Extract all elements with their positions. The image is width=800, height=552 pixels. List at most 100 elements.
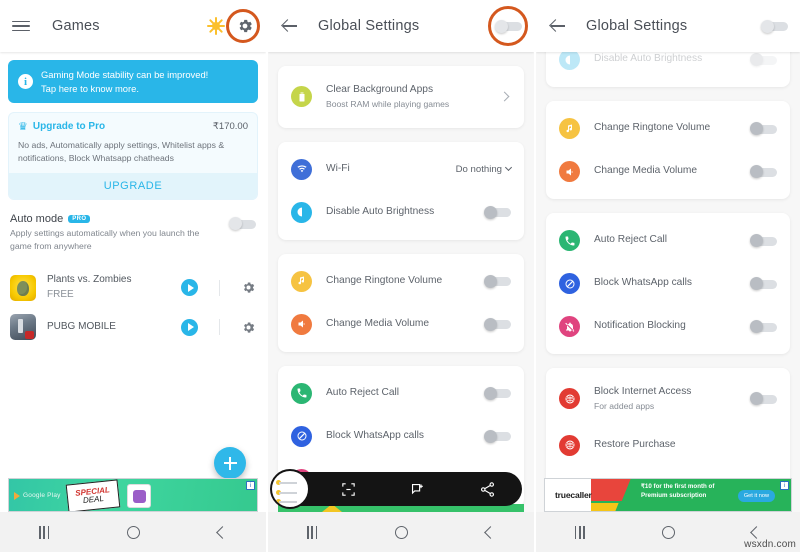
home-icon[interactable] bbox=[395, 525, 409, 539]
gaming-mode-banner[interactable]: i Gaming Mode stability can be improved!… bbox=[8, 60, 258, 104]
ad-info-badge[interactable]: i bbox=[246, 481, 255, 490]
block-whatsapp-calls-toggle[interactable] bbox=[750, 277, 777, 290]
block-internet-added-apps-toggle[interactable] bbox=[750, 392, 777, 406]
back-arrow-icon[interactable] bbox=[280, 16, 300, 36]
android-navigation-bar bbox=[0, 512, 266, 552]
wifi-icon bbox=[291, 158, 312, 180]
block-whatsapp-calls-toggle[interactable] bbox=[484, 429, 511, 443]
sun-icon[interactable] bbox=[207, 17, 225, 35]
special-deal-sticker: SPECIAL DEAL bbox=[65, 479, 121, 511]
settings-scroll-area: Disable Auto Brightness Change Ringtone … bbox=[536, 38, 800, 523]
back-icon[interactable] bbox=[750, 525, 764, 539]
game-list: Plants vs. Zombies FREE PUBG MOBILE bbox=[8, 267, 258, 346]
setting-row-wifi[interactable]: Wi-Fi Do nothing bbox=[278, 148, 524, 191]
ad-store-label: Google Play bbox=[23, 491, 61, 499]
page-title: Global Settings bbox=[318, 18, 420, 34]
setting-row-block-internet-added-apps[interactable]: Block Internet Access For added apps bbox=[546, 374, 790, 424]
add-game-fab[interactable] bbox=[214, 447, 246, 479]
pro-card-description: No ads, Automatically apply settings, Wh… bbox=[18, 140, 225, 164]
setting-row-block-whatsapp-calls[interactable]: Block WhatsApp calls bbox=[278, 415, 524, 458]
brightness-icon bbox=[291, 201, 312, 223]
three-panel-screenshot: Games i Gaming Mode stability can be imp… bbox=[0, 0, 800, 552]
game-subtitle: FREE bbox=[47, 288, 74, 300]
app-bar-games: Games bbox=[0, 0, 266, 52]
global-settings-master-toggle[interactable] bbox=[761, 19, 788, 33]
list-item[interactable]: PUBG MOBILE bbox=[8, 308, 258, 346]
banner-line-2: Tap here to know more. bbox=[41, 82, 139, 94]
crown-icon: ♛ bbox=[18, 121, 28, 134]
recent-apps-icon[interactable] bbox=[574, 525, 585, 539]
back-arrow-icon[interactable] bbox=[548, 16, 568, 36]
setting-row-change-ringtone-volume[interactable]: Change Ringtone Volume bbox=[546, 107, 790, 150]
change-ringtone-volume-toggle[interactable] bbox=[750, 122, 777, 135]
google-play-ad-banner[interactable]: Google Play SPECIAL DEAL i bbox=[8, 478, 258, 512]
pro-card-header: ♛ Upgrade to Pro ₹170.00 bbox=[9, 113, 257, 139]
speaker-icon bbox=[291, 313, 312, 335]
gear-icon[interactable] bbox=[241, 320, 256, 335]
setting-row-clear-background-apps[interactable]: Clear Background Apps Boost RAM while pl… bbox=[278, 72, 524, 122]
toggle-knob bbox=[484, 205, 497, 219]
row-texts: Block WhatsApp calls bbox=[326, 429, 484, 443]
setting-row-block-whatsapp-calls[interactable]: Block WhatsApp calls bbox=[546, 262, 790, 305]
back-icon[interactable] bbox=[216, 525, 229, 539]
play-icon[interactable] bbox=[181, 318, 198, 336]
upgrade-button[interactable]: UPGRADE bbox=[9, 173, 257, 200]
auto-reject-call-toggle[interactable] bbox=[750, 234, 777, 247]
pro-card-title: Upgrade to Pro bbox=[32, 121, 106, 133]
row-title: Notification Blocking bbox=[594, 320, 686, 332]
change-media-volume-toggle[interactable] bbox=[750, 165, 777, 178]
list-item[interactable]: Plants vs. Zombies FREE bbox=[8, 267, 258, 308]
android-navigation-bar bbox=[268, 512, 534, 552]
disable-auto-brightness-toggle[interactable] bbox=[484, 205, 511, 219]
change-media-volume-toggle[interactable] bbox=[484, 317, 511, 331]
home-icon[interactable] bbox=[662, 525, 676, 539]
home-icon[interactable] bbox=[127, 525, 141, 539]
panel-games-home: Games i Gaming Mode stability can be imp… bbox=[0, 0, 266, 552]
row-texts: Change Ringtone Volume bbox=[326, 274, 484, 288]
setting-row-change-media-volume[interactable]: Change Media Volume bbox=[546, 150, 790, 193]
gear-icon[interactable] bbox=[241, 280, 256, 295]
thumb-line bbox=[279, 492, 297, 494]
disable-auto-brightness-toggle[interactable] bbox=[750, 53, 777, 66]
back-icon[interactable] bbox=[484, 525, 497, 539]
toggle-knob bbox=[750, 122, 763, 135]
toggle-knob bbox=[750, 320, 763, 333]
setting-row-disable-auto-brightness[interactable]: Disable Auto Brightness bbox=[278, 191, 524, 234]
block-icon bbox=[559, 273, 580, 294]
setting-row-restore-purchase[interactable]: Restore Purchase bbox=[546, 424, 790, 467]
setting-row-notification-blocking[interactable]: Notification Blocking bbox=[546, 305, 790, 348]
setting-row-change-ringtone-volume[interactable]: Change Ringtone Volume bbox=[278, 260, 524, 303]
settings-card: Wi-Fi Do nothing Disable Auto Brightness bbox=[278, 141, 524, 240]
block-icon bbox=[291, 425, 312, 447]
auto-mode-row: Auto mode PRO Apply settings automatical… bbox=[8, 213, 258, 253]
recent-apps-icon[interactable] bbox=[38, 525, 50, 539]
phone-reject-icon bbox=[291, 382, 312, 404]
change-ringtone-volume-toggle[interactable] bbox=[484, 274, 511, 288]
recent-apps-icon[interactable] bbox=[306, 525, 318, 539]
global-settings-master-toggle[interactable] bbox=[495, 19, 522, 33]
draw-edit-icon[interactable] bbox=[409, 481, 426, 498]
globe-block-icon bbox=[559, 434, 580, 456]
chevron-down-icon bbox=[504, 164, 513, 172]
notification-blocking-toggle[interactable] bbox=[750, 320, 777, 333]
globe-block-icon bbox=[559, 388, 580, 410]
hamburger-menu-icon[interactable] bbox=[12, 20, 30, 32]
setting-row-auto-reject-call[interactable]: Auto Reject Call bbox=[546, 219, 790, 262]
crop-icon[interactable] bbox=[340, 481, 357, 498]
share-icon[interactable] bbox=[479, 481, 496, 498]
ad-cta-button[interactable]: Get it now bbox=[737, 490, 775, 502]
wifi-action-dropdown[interactable]: Do nothing bbox=[456, 164, 513, 175]
auto-mode-toggle[interactable] bbox=[229, 217, 256, 231]
setting-row-auto-reject-call[interactable]: Auto Reject Call bbox=[278, 372, 524, 415]
ad-info-badge[interactable]: i bbox=[780, 481, 789, 490]
row-title: Block WhatsApp calls bbox=[326, 430, 424, 442]
screenshot-thumbnail[interactable] bbox=[270, 469, 310, 509]
sun-core bbox=[212, 22, 220, 30]
auto-reject-call-toggle[interactable] bbox=[484, 386, 511, 400]
setting-row-change-media-volume[interactable]: Change Media Volume bbox=[278, 303, 524, 346]
truecaller-ad-banner[interactable]: truecaller ₹10 for the first month of Pr… bbox=[544, 478, 792, 512]
chevron-right-icon bbox=[499, 91, 510, 102]
gear-icon[interactable] bbox=[236, 17, 254, 35]
thumb-line bbox=[279, 482, 297, 484]
play-icon[interactable] bbox=[181, 279, 198, 297]
